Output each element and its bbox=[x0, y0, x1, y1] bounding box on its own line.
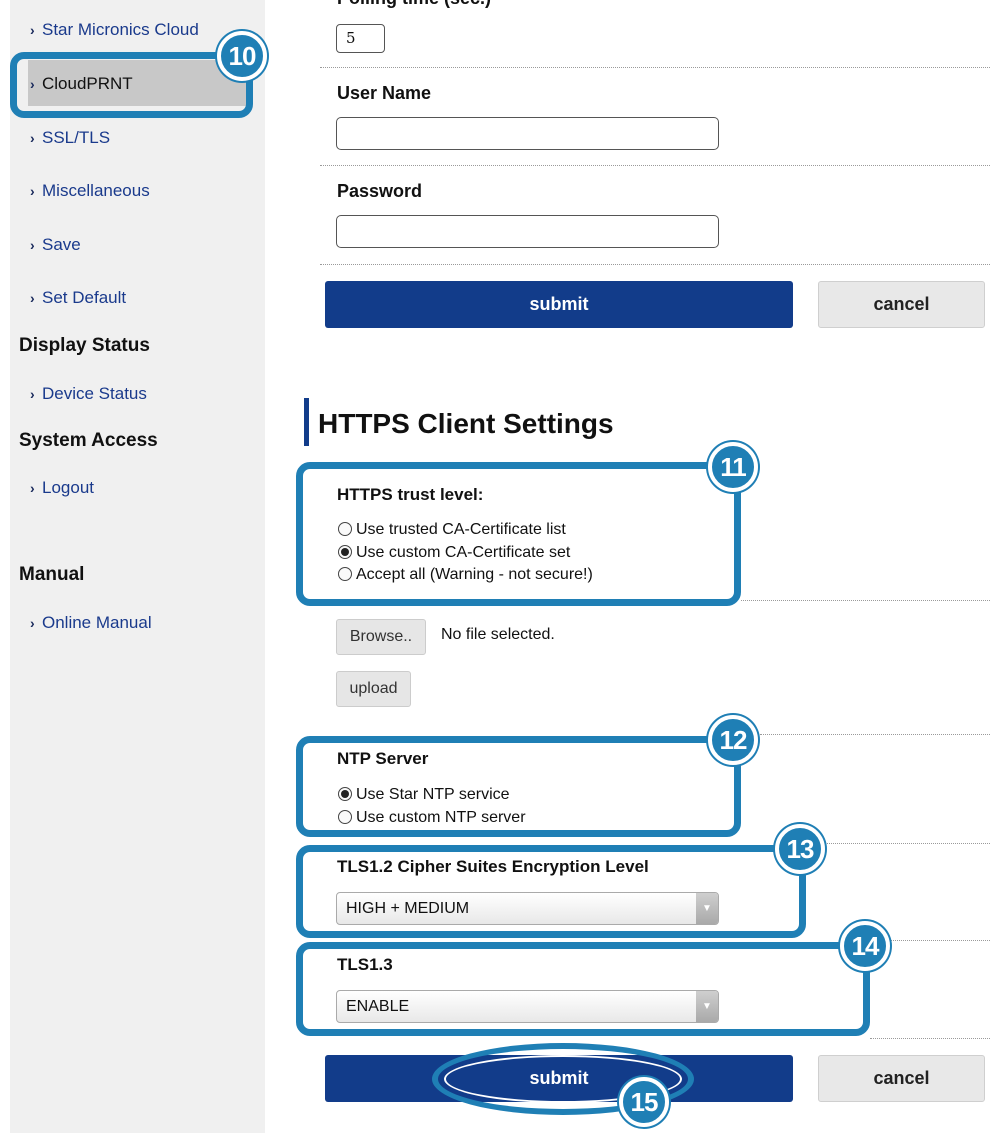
sidebar-item-set-default[interactable]: › Set Default bbox=[30, 288, 126, 308]
sidebar-item-ssl-tls[interactable]: › SSL/TLS bbox=[30, 128, 110, 148]
upload-button[interactable]: upload bbox=[336, 671, 411, 707]
trust-option-accept-all[interactable]: Accept all (Warning - not secure!) bbox=[338, 566, 593, 584]
cancel-button[interactable]: cancel bbox=[818, 1055, 985, 1102]
chevron-right-icon: › bbox=[30, 183, 35, 199]
ntp-option-star[interactable]: Use Star NTP service bbox=[338, 786, 510, 804]
sidebar-heading-manual: Manual bbox=[19, 564, 85, 585]
user-name-input[interactable] bbox=[336, 117, 719, 150]
sidebar-heading-system-access: System Access bbox=[19, 430, 158, 451]
chevron-right-icon: › bbox=[30, 22, 35, 38]
chevron-right-icon: › bbox=[30, 480, 35, 496]
chevron-right-icon: › bbox=[30, 290, 35, 306]
callout-badge: 14 bbox=[840, 921, 890, 971]
divider bbox=[320, 67, 990, 68]
select-value: HIGH + MEDIUM bbox=[346, 900, 470, 917]
sidebar-item-online-manual[interactable]: › Online Manual bbox=[30, 613, 152, 633]
user-name-label: User Name bbox=[337, 83, 432, 103]
radio-label: Use custom NTP server bbox=[356, 809, 526, 826]
sidebar-item-label: Logout bbox=[42, 478, 94, 497]
password-label: Password bbox=[337, 181, 423, 201]
chevron-down-icon[interactable]: ▼ bbox=[696, 991, 718, 1022]
sidebar-item-label: Online Manual bbox=[42, 613, 152, 632]
chevron-right-icon: › bbox=[30, 615, 35, 631]
chevron-down-icon[interactable]: ▼ bbox=[696, 893, 718, 924]
ntp-server-label: NTP Server bbox=[337, 749, 429, 768]
callout-badge: 10 bbox=[217, 31, 267, 81]
callout-frame bbox=[10, 52, 253, 118]
sidebar-item-logout[interactable]: › Logout bbox=[30, 478, 94, 498]
sidebar-item-label: Miscellaneous bbox=[42, 181, 150, 200]
polling-time-input[interactable]: 5 bbox=[336, 24, 385, 53]
section-title: HTTPS Client Settings bbox=[318, 408, 614, 439]
select-value: ENABLE bbox=[346, 998, 410, 1015]
file-status: No file selected. bbox=[441, 626, 555, 643]
divider bbox=[760, 734, 990, 735]
submit-button[interactable]: submit bbox=[325, 281, 793, 328]
sidebar-item-label: Save bbox=[42, 235, 81, 254]
tls13-label: TLS1.3 bbox=[337, 955, 393, 974]
ntp-option-custom[interactable]: Use custom NTP server bbox=[338, 809, 526, 827]
radio-label: Use Star NTP service bbox=[356, 786, 510, 803]
cancel-button[interactable]: cancel bbox=[818, 281, 985, 328]
trust-option-ca-list[interactable]: Use trusted CA-Certificate list bbox=[338, 521, 566, 539]
sidebar-item-label: Set Default bbox=[42, 288, 127, 307]
radio-icon[interactable] bbox=[338, 522, 352, 536]
callout-badge: 13 bbox=[775, 824, 825, 874]
callout-badge: 11 bbox=[708, 442, 758, 492]
callout-badge: 12 bbox=[708, 715, 758, 765]
radio-label: Use trusted CA-Certificate list bbox=[356, 521, 566, 538]
polling-time-label: Polling time (sec.) bbox=[337, 0, 491, 9]
chevron-right-icon: › bbox=[30, 130, 35, 146]
section-accent-bar bbox=[304, 398, 309, 446]
chevron-right-icon: › bbox=[30, 386, 35, 402]
trust-level-label: HTTPS trust level: bbox=[337, 485, 484, 504]
radio-icon[interactable] bbox=[338, 810, 352, 824]
password-input[interactable] bbox=[336, 215, 719, 248]
sidebar-heading-display-status: Display Status bbox=[19, 335, 150, 356]
callout-badge: 15 bbox=[619, 1077, 669, 1127]
divider bbox=[870, 1038, 990, 1039]
divider bbox=[320, 264, 990, 265]
browse-button[interactable]: Browse.. bbox=[336, 619, 426, 655]
divider bbox=[320, 165, 990, 166]
tls13-select[interactable]: ENABLE ▼ bbox=[336, 990, 719, 1023]
sidebar-item-label: Star Micronics Cloud bbox=[42, 20, 199, 39]
radio-icon[interactable] bbox=[338, 567, 352, 581]
sidebar-item-miscellaneous[interactable]: › Miscellaneous bbox=[30, 181, 150, 201]
divider bbox=[741, 600, 990, 601]
sidebar-item-star-micronics-cloud[interactable]: › Star Micronics Cloud bbox=[30, 20, 199, 40]
sidebar-item-save[interactable]: › Save bbox=[30, 235, 81, 255]
divider bbox=[825, 843, 990, 844]
trust-option-custom-ca[interactable]: Use custom CA-Certificate set bbox=[338, 544, 570, 562]
radio-label: Use custom CA-Certificate set bbox=[356, 544, 571, 561]
divider bbox=[890, 940, 990, 941]
radio-checked-icon[interactable] bbox=[338, 545, 352, 559]
cipher-level-label: TLS1.2 Cipher Suites Encryption Level bbox=[337, 857, 649, 876]
cipher-level-select[interactable]: HIGH + MEDIUM ▼ bbox=[336, 892, 719, 925]
sidebar-item-device-status[interactable]: › Device Status bbox=[30, 384, 147, 404]
radio-label: Accept all (Warning - not secure!) bbox=[356, 566, 593, 583]
chevron-right-icon: › bbox=[30, 237, 35, 253]
sidebar-item-label: Device Status bbox=[42, 384, 147, 403]
sidebar-item-label: SSL/TLS bbox=[42, 128, 111, 147]
radio-checked-icon[interactable] bbox=[338, 787, 352, 801]
